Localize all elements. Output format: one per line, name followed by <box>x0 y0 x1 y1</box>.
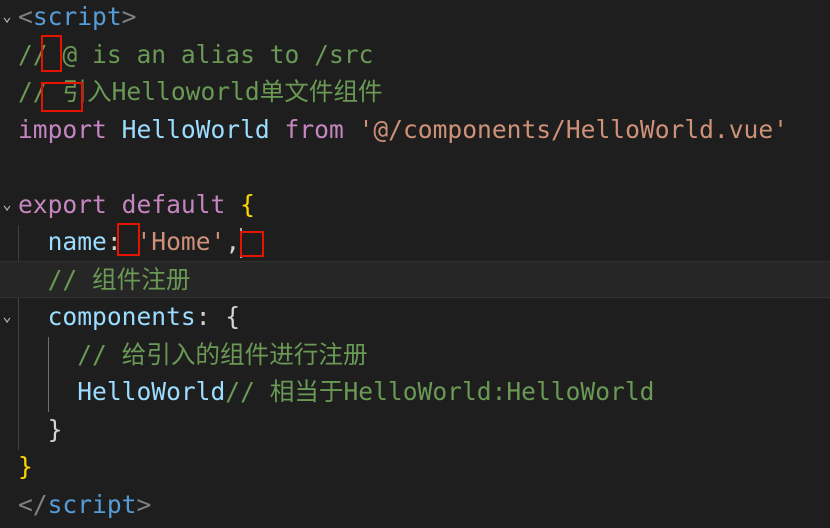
code-token: } <box>18 452 33 481</box>
code-token: { <box>240 189 255 219</box>
code-line[interactable]: ⌄ components: { <box>0 298 830 336</box>
code-text: } <box>18 448 33 486</box>
code-token: // 相当于HelloWorld:HelloWorld <box>225 377 655 406</box>
code-editor[interactable]: ⌄ <script>// @ is an alias to /src// 引入He… <box>0 0 830 528</box>
code-line[interactable] <box>0 148 830 186</box>
code-text: export default { <box>18 186 255 224</box>
chevron-down-icon[interactable]: ⌄ <box>0 298 14 336</box>
code-line[interactable]: // 组件注册 <box>0 260 830 299</box>
code-token: 'Home' <box>136 227 226 256</box>
code-line[interactable]: } <box>0 448 830 486</box>
code-token: name <box>18 227 107 256</box>
code-token: > <box>136 489 152 519</box>
code-token: script <box>32 2 122 31</box>
chevron-down-icon[interactable]: ⌄ <box>0 0 14 36</box>
annotation-box <box>41 35 62 72</box>
code-token: } <box>18 414 63 444</box>
code-token: HelloWorld <box>18 377 226 406</box>
code-text: HelloWorld// 相当于HelloWorld:HelloWorld <box>18 373 654 411</box>
code-line[interactable]: } <box>0 411 830 449</box>
code-token: , <box>225 227 241 256</box>
code-token: script <box>47 489 137 519</box>
code-line[interactable]: </script> <box>0 486 830 524</box>
code-token: HelloWorld <box>106 114 285 144</box>
code-line[interactable]: HelloWorld// 相当于HelloWorld:HelloWorld <box>0 373 830 411</box>
code-line[interactable]: // 给引入的组件进行注册 <box>0 336 830 374</box>
code-token: default <box>106 189 241 219</box>
code-token: // @ is an alias to /src <box>18 39 374 69</box>
code-token: '@/components/HelloWorld.vue' <box>343 114 788 144</box>
code-text: // 给引入的组件进行注册 <box>18 336 368 374</box>
code-line[interactable]: ⌄ export default { <box>0 186 830 224</box>
code-token: export <box>18 189 107 219</box>
code-line[interactable]: ⌄ <script> <box>0 0 830 36</box>
code-text: <script> <box>18 0 136 36</box>
code-line[interactable]: // @ is an alias to /src <box>0 36 830 74</box>
code-token: // 给引入的组件进行注册 <box>18 339 368 369</box>
code-token: > <box>121 2 137 31</box>
code-text: </script> <box>18 486 151 524</box>
annotation-box <box>117 223 140 256</box>
code-token: from <box>284 114 344 144</box>
code-token: : { <box>195 302 241 331</box>
code-line[interactable]: import HelloWorld from '@/components/Hel… <box>0 111 830 149</box>
code-text: // @ is an alias to /src <box>18 36 373 74</box>
code-text: components: { <box>18 298 241 336</box>
chevron-down-icon[interactable]: ⌄ <box>0 186 14 224</box>
code-token: components <box>18 302 196 331</box>
code-token: < <box>18 2 33 31</box>
annotation-box <box>41 82 83 112</box>
annotation-box <box>240 231 264 257</box>
code-line[interactable]: // 引入Helloworld单文件组件 <box>0 73 830 111</box>
code-text: } <box>18 411 63 449</box>
code-token: </ <box>18 489 48 519</box>
code-text: // 组件注册 <box>18 261 191 299</box>
code-token: import <box>18 114 107 144</box>
code-token: // 组件注册 <box>18 264 191 294</box>
code-text: import HelloWorld from '@/components/Hel… <box>18 111 788 149</box>
